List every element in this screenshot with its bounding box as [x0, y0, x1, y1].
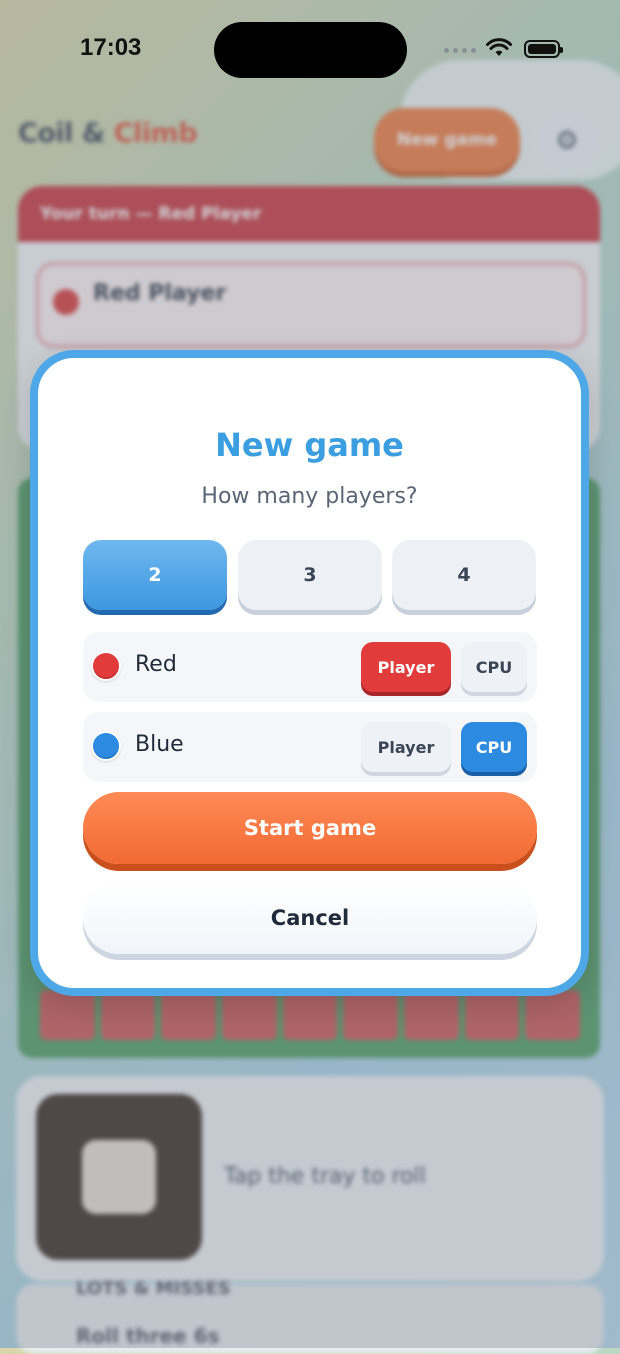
status-bar: 17:03: [0, 0, 620, 100]
dialog-subtitle: How many players?: [201, 484, 418, 509]
dialog-title: New game: [215, 426, 404, 464]
blue-cpu-toggle[interactable]: CPU: [461, 722, 527, 772]
dynamic-island: [214, 22, 407, 78]
player-name: Blue: [135, 732, 184, 757]
red-cpu-toggle[interactable]: CPU: [461, 642, 527, 692]
red-token-icon: [91, 651, 121, 681]
player-row-red: Red Player CPU: [83, 632, 537, 702]
blue-player-toggle[interactable]: Player: [361, 722, 451, 772]
new-game-dialog: New game How many players? 2 3 4 Red Pla…: [30, 350, 589, 996]
battery-icon: [524, 40, 563, 58]
red-player-toggle[interactable]: Player: [361, 642, 451, 692]
player-count-4-button[interactable]: 4: [392, 540, 536, 610]
cancel-button[interactable]: Cancel: [83, 882, 537, 954]
player-name: Red: [135, 652, 177, 677]
clock: 17:03: [80, 34, 142, 61]
blue-token-icon: [91, 731, 121, 761]
player-count-3-button[interactable]: 3: [238, 540, 382, 610]
player-count-2-button[interactable]: 2: [83, 540, 227, 610]
wifi-icon: [486, 38, 512, 56]
cellular-signal-icon: [444, 48, 476, 53]
player-row-blue: Blue Player CPU: [83, 712, 537, 782]
start-game-button[interactable]: Start game: [83, 792, 537, 864]
